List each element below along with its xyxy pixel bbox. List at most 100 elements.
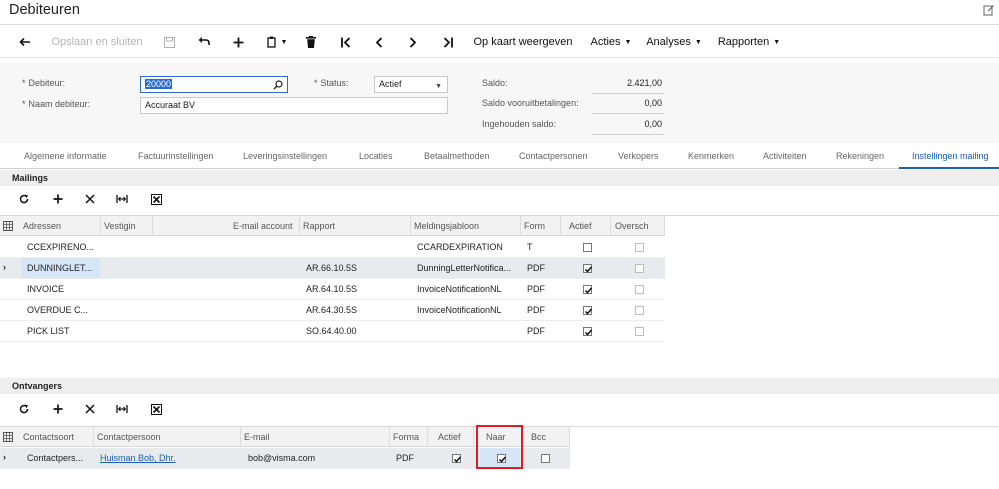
col-branch[interactable]: Vestigin — [104, 221, 136, 231]
active-checkbox[interactable] — [583, 243, 592, 252]
col-contact-person[interactable]: Contactpersoon — [97, 432, 161, 442]
fit-columns-button[interactable] — [114, 398, 130, 420]
tab-shipping[interactable]: Leveringsinstellingen — [243, 151, 327, 161]
save-icon — [163, 36, 175, 48]
report-cell: SO.64.40.00 — [306, 326, 357, 336]
active-checkbox[interactable] — [583, 306, 593, 315]
active-checkbox[interactable] — [583, 264, 593, 273]
undo-button[interactable] — [193, 26, 215, 58]
table-row[interactable]: CCEXPIRENO... CCARDEXPIRATION T — [0, 237, 665, 258]
fit-columns-button[interactable] — [114, 188, 130, 210]
copy-paste-button[interactable]: ▼ — [262, 26, 292, 58]
col-separator — [569, 427, 570, 447]
grid-settings-icon[interactable] — [3, 221, 13, 231]
analyses-label: Analyses — [646, 36, 691, 48]
last-icon — [443, 36, 453, 48]
refresh-button[interactable] — [16, 398, 32, 420]
page-title: Debiteuren — [9, 2, 80, 18]
tab-mailing-settings[interactable]: Instellingen mailing — [912, 151, 989, 161]
clipboard-icon — [266, 36, 276, 48]
previous-record-button[interactable] — [368, 26, 390, 58]
tab-contacts[interactable]: Contactpersonen — [519, 151, 588, 161]
delete-button[interactable] — [300, 26, 322, 58]
format-cell: PDF — [527, 263, 545, 273]
search-icon[interactable] — [273, 80, 283, 90]
last-record-button[interactable] — [437, 26, 459, 58]
tab-salespersons[interactable]: Verkopers — [618, 151, 659, 161]
prepay-label: Saldo vooruitbetalingen: — [482, 98, 579, 108]
back-button[interactable] — [14, 26, 36, 58]
chevron-left-icon — [375, 36, 383, 48]
analyses-menu[interactable]: Analyses ▼ — [643, 26, 705, 58]
delete-row-button[interactable] — [82, 188, 98, 210]
override-checkbox[interactable] — [635, 264, 644, 273]
override-checkbox[interactable] — [635, 327, 644, 336]
tab-general[interactable]: Algemene informatie — [24, 151, 107, 161]
col-active[interactable]: Actief — [569, 221, 592, 231]
col-email[interactable]: E-mail — [244, 432, 270, 442]
first-record-button[interactable] — [335, 26, 357, 58]
mailings-grid-header: Adressen Vestigin E-mail account Rapport… — [0, 216, 665, 236]
save-close-button[interactable]: Opslaan en sluiten — [46, 26, 148, 58]
col-active[interactable]: Actief — [438, 432, 461, 442]
delete-row-button[interactable] — [82, 398, 98, 420]
customer-label: * Debiteur: — [22, 78, 66, 88]
retained-label: Ingehouden saldo: — [482, 119, 557, 129]
save-button[interactable] — [158, 26, 180, 58]
tab-accounts[interactable]: Rekeningen — [836, 151, 884, 161]
status-select[interactable]: Actief ▼ — [374, 76, 448, 93]
table-row[interactable]: INVOICE AR.64.10.5S InvoiceNotificationN… — [0, 279, 665, 300]
title-bar: Debiteuren — [0, 0, 999, 25]
name-label: * Naam debiteur: — [22, 99, 91, 109]
actions-menu[interactable]: Acties ▼ — [586, 26, 636, 58]
refresh-button[interactable] — [16, 188, 32, 210]
tab-billing[interactable]: Factuurinstellingen — [138, 151, 214, 161]
col-template[interactable]: Meldingsjabloon — [414, 221, 479, 231]
reports-menu[interactable]: Rapporten ▼ — [713, 26, 785, 58]
table-row[interactable]: › DUNNINGLET... AR.66.10.5S DunningLette… — [0, 258, 665, 279]
add-row-button[interactable] — [50, 188, 66, 210]
contact-person-link[interactable]: Huisman Bob, Dhr. — [100, 453, 176, 463]
col-report[interactable]: Rapport — [303, 221, 335, 231]
reports-label: Rapporten — [717, 36, 770, 48]
tab-payment-methods[interactable]: Betaalmethoden — [424, 151, 490, 161]
col-format[interactable]: Forma — [393, 432, 419, 442]
bcc-checkbox[interactable] — [541, 454, 550, 463]
address-cell: DUNNINGLET... — [27, 263, 93, 273]
col-contact-type[interactable]: Contactsoort — [23, 432, 74, 442]
format-cell: PDF — [527, 305, 545, 315]
override-checkbox[interactable] — [635, 243, 644, 252]
export-excel-button[interactable] — [148, 188, 164, 210]
col-separator — [299, 216, 300, 236]
col-email-account[interactable]: E-mail account — [233, 221, 293, 231]
add-button[interactable] — [227, 26, 249, 58]
chevron-right-icon — [409, 36, 417, 48]
next-record-button[interactable] — [402, 26, 424, 58]
col-separator — [664, 216, 665, 236]
tab-locations[interactable]: Locaties — [359, 151, 393, 161]
table-row[interactable]: PICK LIST SO.64.40.00 PDF — [0, 321, 665, 342]
active-checkbox[interactable] — [583, 327, 593, 336]
tab-attributes[interactable]: Kenmerken — [688, 151, 734, 161]
export-excel-button[interactable] — [148, 398, 164, 420]
col-bcc[interactable]: Bcc — [531, 432, 546, 442]
plus-icon — [53, 194, 63, 204]
customer-input[interactable]: 20000 — [140, 76, 288, 93]
table-row[interactable]: OVERDUE C... AR.64.30.5S InvoiceNotifica… — [0, 300, 665, 321]
override-checkbox[interactable] — [635, 306, 644, 315]
col-override[interactable]: Oversch — [615, 221, 649, 231]
map-button[interactable]: Op kaart weergeven — [470, 26, 576, 58]
active-checkbox[interactable] — [452, 454, 462, 463]
col-addresses[interactable]: Adressen — [23, 221, 61, 231]
trash-icon — [306, 36, 316, 48]
col-format[interactable]: Form — [524, 221, 545, 231]
grid-settings-icon[interactable] — [3, 432, 13, 442]
add-row-button[interactable] — [50, 398, 66, 420]
active-checkbox[interactable] — [583, 285, 593, 294]
tab-activities[interactable]: Activiteiten — [763, 151, 807, 161]
balance-value: 2.421,00 — [626, 78, 662, 88]
edit-icon[interactable] — [983, 4, 995, 16]
name-input[interactable]: Accuraat BV — [140, 97, 448, 114]
format-cell: PDF — [396, 453, 414, 463]
override-checkbox[interactable] — [635, 285, 644, 294]
